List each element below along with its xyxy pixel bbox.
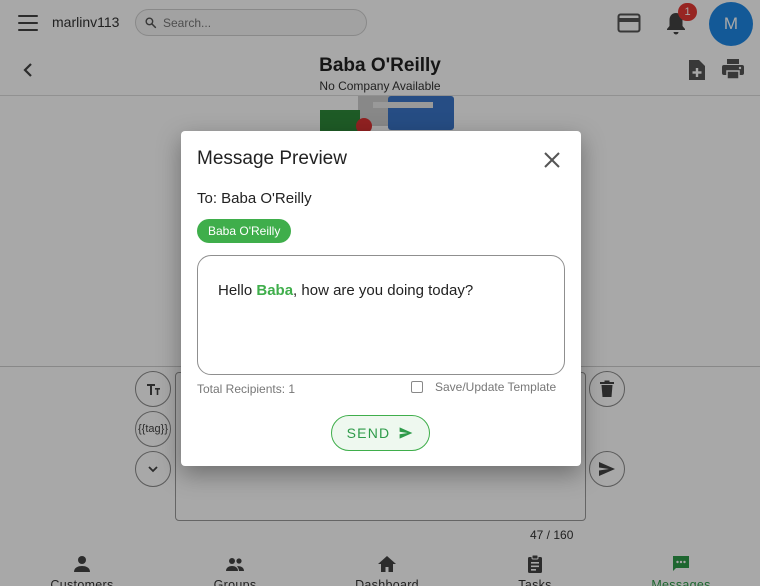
save-template-option[interactable]: Save/Update Template xyxy=(411,380,556,394)
recipient-chip[interactable]: Baba O'Reilly xyxy=(197,219,292,243)
message-suffix: , how are you doing today? xyxy=(293,282,474,299)
message-tag-name: Baba xyxy=(256,282,294,299)
dialog-title: Message Preview xyxy=(197,148,347,169)
total-recipients: Total Recipients: 1 xyxy=(197,382,296,396)
message-preview-box: Hello Baba, how are you doing today? xyxy=(197,255,565,375)
close-icon[interactable] xyxy=(542,150,562,170)
to-line: To: Baba O'Reilly xyxy=(197,190,312,207)
send-button-label: SEND xyxy=(346,425,391,441)
send-icon xyxy=(399,427,413,439)
message-prefix: Hello xyxy=(218,282,257,299)
save-template-label: Save/Update Template xyxy=(435,380,557,394)
save-template-checkbox[interactable] xyxy=(411,381,423,393)
message-preview-dialog: Message Preview To: Baba O'Reilly Baba O… xyxy=(181,131,581,466)
message-text: Hello Baba, how are you doing today? xyxy=(218,282,473,299)
send-button[interactable]: SEND xyxy=(331,415,430,451)
